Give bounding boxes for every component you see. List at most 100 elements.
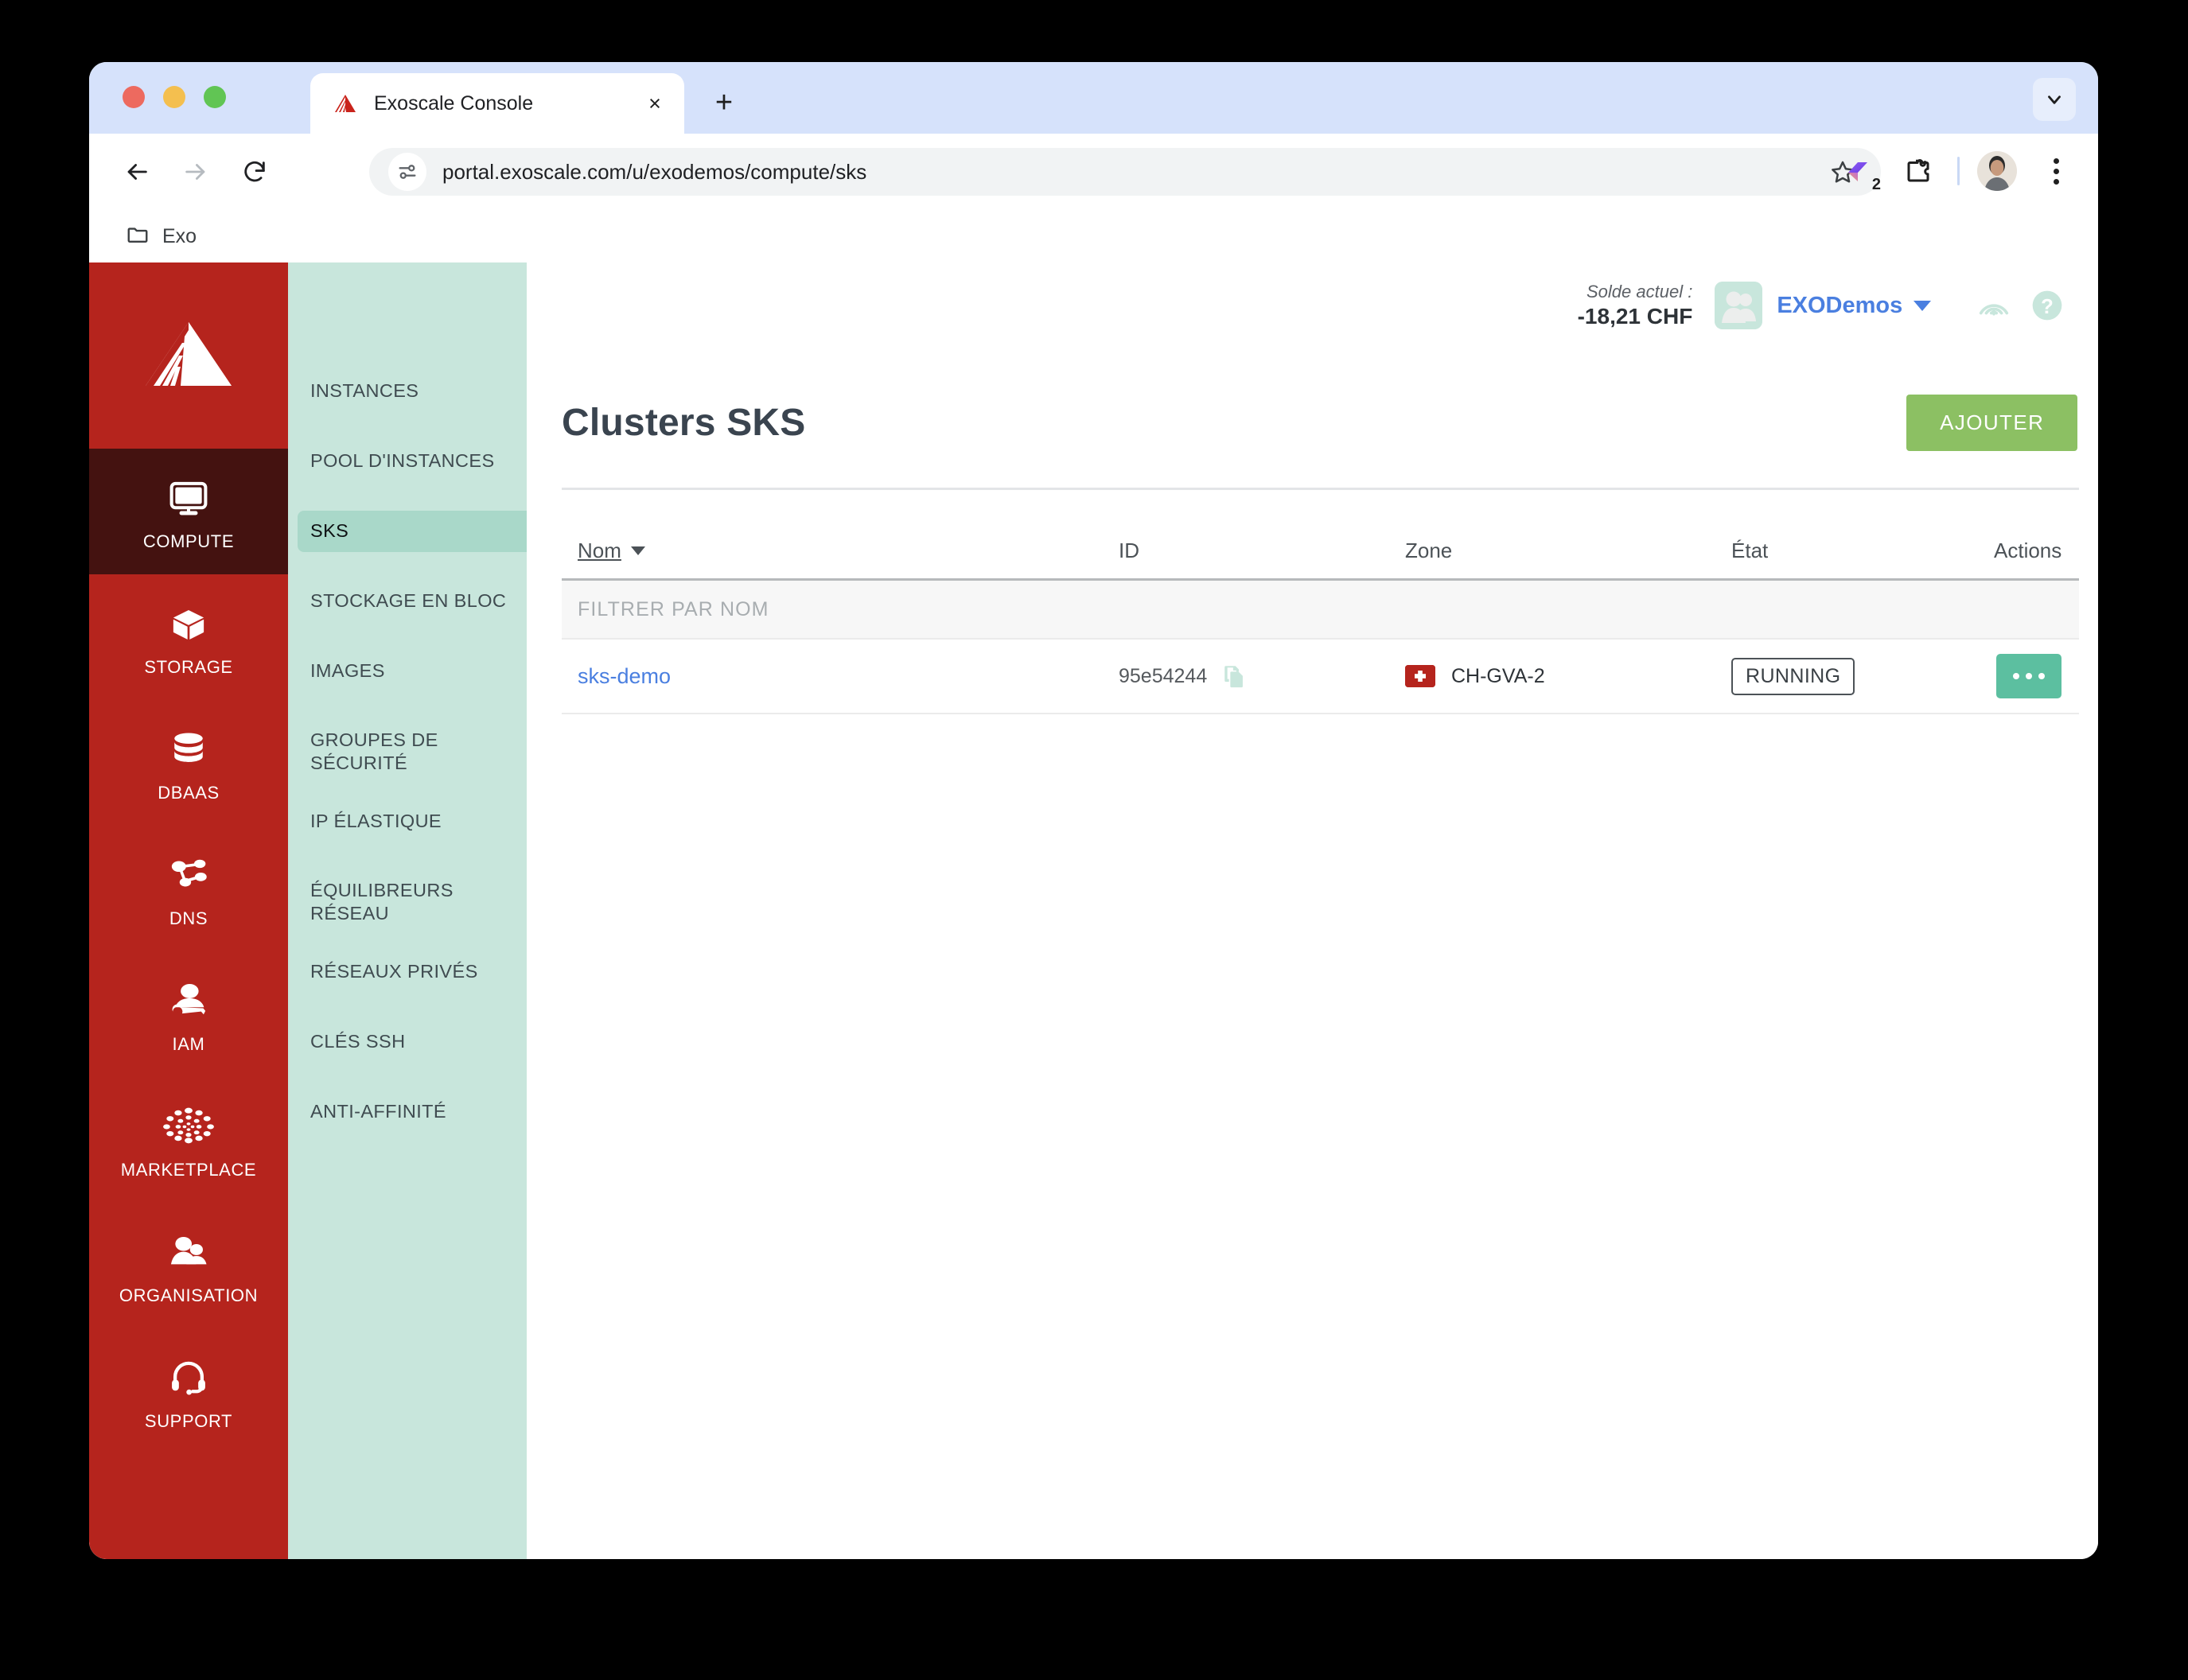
extension-colorful-icon[interactable]: 2 <box>1836 150 1881 193</box>
headset-icon <box>166 1351 211 1400</box>
balance-label: Solde actuel : <box>1586 281 1693 301</box>
dots-swirl-icon <box>160 1099 217 1149</box>
chevron-down-icon <box>1914 300 1932 311</box>
submenu-item-pool-instances[interactable]: POOL D'INSTANCES <box>288 441 527 482</box>
table-filter-row <box>562 581 2080 640</box>
balance-block: Solde actuel : -18,21 CHF <box>1578 281 1693 331</box>
cluster-id-value: 95e54244 <box>1119 664 1208 687</box>
submenu-item-anti-affinite[interactable]: ANTI-AFFINITÉ <box>288 1091 527 1133</box>
extension-badge-count: 2 <box>1871 176 1881 193</box>
sidebar-item-iam[interactable]: IAM <box>89 951 288 1077</box>
users-icon <box>165 1225 212 1274</box>
submenu-item-sks[interactable]: SKS <box>298 511 527 552</box>
maximize-window-button[interactable] <box>204 86 226 108</box>
minimize-window-button[interactable] <box>163 86 185 108</box>
sidebar-item-label: ORGANISATION <box>119 1285 259 1305</box>
tab-strip: Exoscale Console × + <box>89 62 2098 134</box>
new-tab-button[interactable]: + <box>706 84 742 121</box>
folder-icon <box>126 223 150 251</box>
bookmarks-bar: Exo <box>89 210 2098 262</box>
monitor-icon <box>165 471 212 520</box>
sidebar-item-organisation[interactable]: ORGANISATION <box>89 1203 288 1328</box>
submenu-item-instances[interactable]: INSTANCES <box>288 371 527 412</box>
row-actions-button[interactable] <box>1996 654 2062 698</box>
toolbar-right-actions: 2 <box>1836 150 2077 193</box>
help-icon[interactable]: ? <box>2030 288 2065 323</box>
sidebar-item-label: DNS <box>169 908 208 928</box>
bookmark-label: Exo <box>162 224 197 247</box>
app-page: COMPUTE STORAGE DBAAS DNS IAM MARKETPLAC… <box>89 262 2098 1559</box>
address-bar[interactable]: portal.exoscale.com/u/exodemos/compute/s… <box>369 148 1881 196</box>
network-nodes-icon <box>166 848 211 897</box>
exoscale-logo[interactable] <box>89 262 288 449</box>
filter-by-name-input[interactable] <box>578 597 1119 621</box>
back-button[interactable] <box>115 150 159 194</box>
forward-button[interactable] <box>173 150 218 194</box>
sidebar-item-label: IAM <box>172 1034 205 1054</box>
close-icon[interactable]: × <box>641 90 668 117</box>
balance-value: -18,21 CHF <box>1577 304 1693 329</box>
cluster-table: Nom ID Zone État Actions FILTRER PAR NOM… <box>562 523 2080 714</box>
browser-menu-button[interactable] <box>2034 150 2077 192</box>
submenu-item-reseaux-prives[interactable]: RÉSEAUX PRIVÉS <box>288 951 527 993</box>
url-text: portal.exoscale.com/u/exodemos/compute/s… <box>442 159 867 184</box>
avatar[interactable] <box>1977 151 2017 191</box>
sidebar-item-support[interactable]: SUPPORT <box>89 1328 288 1454</box>
swiss-flag-icon <box>1405 665 1435 687</box>
submenu-item-stockage-en-bloc[interactable]: STOCKAGE EN BLOC <box>288 581 527 622</box>
organisation-name: EXODemos <box>1777 292 1903 318</box>
table-header-row: Nom ID Zone État Actions <box>562 523 2080 581</box>
close-window-button[interactable] <box>123 86 145 108</box>
browser-tab[interactable]: Exoscale Console × <box>310 73 684 134</box>
submenu-item-cles-ssh[interactable]: CLÉS SSH <box>288 1021 527 1063</box>
cluster-zone-value: CH-GVA-2 <box>1451 664 1545 687</box>
cluster-name-link[interactable]: sks-demo <box>578 664 671 689</box>
window-controls <box>123 86 226 108</box>
page-title-row: Clusters SKS AJOUTER <box>562 395 2079 451</box>
status-broadcast-icon[interactable] <box>1976 287 2012 324</box>
database-icon <box>168 722 209 772</box>
main-content: Solde actuel : -18,21 CHF EXODemos ? Clu… <box>527 262 2098 1559</box>
extensions-puzzle-icon[interactable] <box>1897 150 1940 192</box>
sidebar-item-label: COMPUTE <box>142 531 235 551</box>
browser-window: Exoscale Console × + portal.exoscale.com… <box>89 62 2098 1559</box>
column-header-actions: Actions <box>1994 539 2062 562</box>
chevron-down-icon[interactable] <box>2033 78 2076 121</box>
sidebar-item-dbaas[interactable]: DBAAS <box>89 700 288 826</box>
svg-text:?: ? <box>2041 296 2054 318</box>
site-settings-icon[interactable] <box>388 153 426 191</box>
copy-icon[interactable] <box>1221 663 1248 690</box>
sort-desc-icon <box>630 546 645 555</box>
sidebar-item-label: STORAGE <box>144 657 233 677</box>
submenu-item-equilibreurs-reseau[interactable]: ÉQUILIBREURS RÉSEAU <box>288 871 527 934</box>
bookmark-item-exo[interactable]: Exo <box>115 218 208 255</box>
title-divider <box>562 488 2080 490</box>
toolbar-divider <box>1957 157 1960 185</box>
sidebar-item-dns[interactable]: DNS <box>89 826 288 951</box>
table-row[interactable]: sks-demo 95e54244 CH-GVA-2 RUNNING <box>562 640 2080 714</box>
column-header-name-label: Nom <box>578 539 621 562</box>
sidebar-item-label: SUPPORT <box>144 1411 233 1431</box>
page-title: Clusters SKS <box>562 402 806 444</box>
column-header-name[interactable]: Nom <box>562 539 1119 563</box>
tab-title: Exoscale Console <box>374 91 534 115</box>
sidebar-item-compute[interactable]: COMPUTE <box>89 449 288 574</box>
exoscale-logo-icon <box>333 91 358 116</box>
status-badge: RUNNING <box>1731 657 1855 695</box>
submenu-item-groupes-de-securite[interactable]: GROUPES DE SÉCURITÉ <box>288 721 527 784</box>
box-icon <box>165 597 212 646</box>
column-header-zone: Zone <box>1405 539 1453 562</box>
sidebar-item-storage[interactable]: STORAGE <box>89 574 288 700</box>
secondary-sidebar: INSTANCES POOL D'INSTANCES SKS STOCKAGE … <box>288 262 527 1559</box>
sidebar-item-marketplace[interactable]: MARKETPLACE <box>89 1077 288 1203</box>
reload-button[interactable] <box>232 150 277 194</box>
add-button[interactable]: AJOUTER <box>1906 395 2078 451</box>
account-bar: Solde actuel : -18,21 CHF EXODemos ? <box>562 262 2079 348</box>
submenu-item-ip-elastique[interactable]: IP ÉLASTIQUE <box>288 801 527 842</box>
browser-toolbar: portal.exoscale.com/u/exodemos/compute/s… <box>89 134 2098 210</box>
primary-sidebar: COMPUTE STORAGE DBAAS DNS IAM MARKETPLAC… <box>89 262 288 1559</box>
submenu-item-images[interactable]: IMAGES <box>288 651 527 692</box>
organisation-avatar-icon <box>1715 282 1763 329</box>
column-header-id: ID <box>1119 539 1139 562</box>
organisation-switcher[interactable]: EXODemos <box>1777 292 1932 319</box>
